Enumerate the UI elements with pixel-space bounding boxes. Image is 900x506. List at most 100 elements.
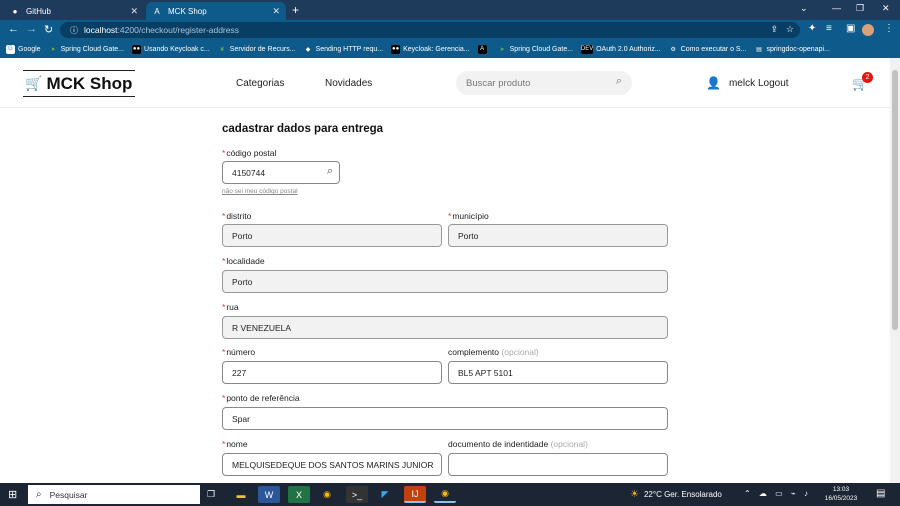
- username: melck: [728, 77, 756, 89]
- taskbar-search-input[interactable]: ⌕ Pesquisar: [28, 485, 200, 504]
- google-icon: G: [6, 44, 15, 54]
- media-icon[interactable]: ≡: [826, 23, 832, 34]
- checkout-address-form: cadastrar dados para entrega *código pos…: [0, 108, 890, 483]
- vscode-icon[interactable]: ◤: [374, 486, 396, 503]
- bookmark-item[interactable]: A: [477, 44, 490, 54]
- close-window-button[interactable]: ✕: [882, 3, 890, 14]
- search-icon[interactable]: ⌕: [327, 165, 333, 178]
- brand-logo[interactable]: 🛒 MCK Shop: [23, 70, 135, 97]
- logout-link[interactable]: Logout: [758, 78, 789, 89]
- bookmark-item[interactable]: DEV OAuth 2.0 Authoriz...: [581, 44, 661, 54]
- reference-label: *ponto de referência: [222, 393, 300, 403]
- bookmark-item[interactable]: ❦ Servidor de Recurs...: [218, 45, 296, 54]
- angular-icon: A: [477, 44, 487, 54]
- word-icon[interactable]: W: [258, 486, 280, 503]
- terminal-icon[interactable]: >_: [346, 486, 368, 503]
- locality-label: *localidade: [222, 256, 265, 266]
- name-label: *nome: [222, 439, 248, 449]
- number-input[interactable]: 227: [222, 361, 442, 384]
- brand-name: MCK Shop: [46, 73, 133, 93]
- search-icon[interactable]: ⌕: [616, 75, 622, 88]
- shopping-cart-icon: 🛒: [25, 75, 43, 91]
- tab-title: MCK Shop: [168, 6, 207, 16]
- bookmark-item[interactable]: ◆ Sending HTTP requ...: [304, 45, 383, 54]
- spring-icon: ➤: [499, 46, 505, 53]
- url-host: localhost: [84, 25, 118, 35]
- bookmark-item[interactable]: ▤ springdoc-openapi...: [754, 45, 830, 54]
- postal-code-input[interactable]: 4150744 ⌕: [222, 161, 340, 184]
- windows-taskbar: ⊞ ⌕ Pesquisar ❐ ▬ W X ◉ >_ ◤ IJ ◉ ☀ 22°C…: [0, 483, 900, 506]
- bookmark-star-icon[interactable]: ☆: [786, 24, 794, 35]
- tab-github[interactable]: ● GitHub ✕: [4, 2, 144, 20]
- close-tab-icon[interactable]: ✕: [130, 6, 138, 17]
- id-document-input[interactable]: [448, 453, 668, 476]
- cart-count-badge: 2: [862, 72, 873, 83]
- back-icon[interactable]: ←: [8, 23, 19, 35]
- share-icon[interactable]: ⇪: [770, 24, 778, 35]
- bookmark-item[interactable]: ➤ Spring Cloud Gate...: [498, 45, 573, 54]
- minimize-button[interactable]: —: [832, 3, 841, 13]
- nav-novidades[interactable]: Novidades: [325, 78, 372, 89]
- complement-input[interactable]: BL5 APT 5101: [448, 361, 668, 384]
- product-search-input[interactable]: Buscar produto ⌕: [456, 71, 632, 95]
- bookmark-item[interactable]: ●● Keycloak: Gerencia...: [391, 44, 470, 54]
- nav-categorias[interactable]: Categorias: [236, 78, 284, 89]
- user-menu[interactable]: 👤 melck: [706, 76, 755, 90]
- chrome-icon[interactable]: ◉: [316, 486, 338, 503]
- angular-icon: A: [154, 6, 160, 16]
- chrome-active-icon[interactable]: ◉: [434, 486, 456, 503]
- locality-input[interactable]: Porto: [222, 270, 668, 293]
- tab-search-button[interactable]: ⌄: [800, 3, 808, 14]
- bookmark-item[interactable]: ➤ Spring Cloud Gate...: [49, 45, 124, 54]
- id-document-label: documento de indentidade (opcional): [448, 439, 588, 449]
- municipality-input[interactable]: Porto: [448, 224, 668, 247]
- new-tab-button[interactable]: +: [292, 3, 299, 17]
- form-title: cadastrar dados para entrega: [222, 123, 384, 135]
- spring-icon: ➤: [50, 46, 56, 53]
- maximize-button[interactable]: ❐: [856, 3, 864, 14]
- browser-toolbar: ← → ↻ ⓘ localhost:4200/checkout/register…: [0, 20, 900, 40]
- extensions-icon[interactable]: ✦: [808, 23, 816, 34]
- scrollbar-thumb[interactable]: [892, 70, 898, 330]
- tab-title: GitHub: [26, 6, 51, 16]
- task-view-icon[interactable]: ❐: [200, 486, 222, 503]
- site-info-icon[interactable]: ⓘ: [70, 25, 78, 36]
- profile-avatar[interactable]: [862, 24, 874, 36]
- link-icon: ⚙: [670, 46, 676, 53]
- notification-icon[interactable]: ▤: [876, 488, 885, 499]
- menu-icon[interactable]: ⋮: [884, 23, 894, 34]
- street-input[interactable]: R VENEZUELA: [222, 316, 668, 339]
- windows-start-icon[interactable]: ⊞: [8, 488, 17, 501]
- complement-label: complemento (opcional): [448, 347, 539, 357]
- sun-cloud-icon: ☀: [630, 489, 639, 500]
- street-label: *rua: [222, 302, 239, 312]
- weather-widget[interactable]: ☀ 22°C Ger. Ensolarado: [630, 489, 722, 500]
- system-tray-icons[interactable]: ⌃ ☁ ▭ ⌁ ♪: [744, 489, 811, 498]
- bookmark-item[interactable]: G Google: [6, 44, 41, 54]
- bookmarks-bar: G Google ➤ Spring Cloud Gate... ●● Usando K…: [0, 40, 900, 58]
- district-input[interactable]: Porto: [222, 224, 442, 247]
- bookmark-icon: ◆: [305, 46, 311, 53]
- tab-mck-shop[interactable]: A MCK Shop ✕: [146, 2, 286, 20]
- bookmark-item[interactable]: ●● Usando Keycloak c...: [132, 44, 210, 54]
- intellij-icon[interactable]: IJ: [404, 486, 426, 503]
- url-path: :4200/checkout/register-address: [117, 25, 239, 35]
- user-icon: 👤: [706, 76, 721, 90]
- excel-icon[interactable]: X: [288, 486, 310, 503]
- number-label: *número: [222, 347, 256, 357]
- search-icon: ⌕: [36, 489, 42, 500]
- forward-icon[interactable]: →: [26, 23, 37, 35]
- municipality-label: *município: [448, 211, 489, 221]
- reference-input[interactable]: Spar: [222, 407, 668, 430]
- close-tab-icon[interactable]: ✕: [272, 6, 280, 17]
- address-bar[interactable]: ⓘ localhost:4200/checkout/register-addre…: [60, 22, 800, 38]
- name-input[interactable]: MELQUISEDEQUE DOS SANTOS MARINS JUNIOR: [222, 453, 442, 476]
- sidebar-icon[interactable]: ▣: [846, 23, 855, 34]
- unknown-postal-code-link[interactable]: não sei meu código postal: [222, 188, 298, 195]
- doc-icon: ▤: [756, 46, 762, 53]
- taskbar-clock[interactable]: 13:03 16/05/2023: [820, 485, 862, 503]
- reload-icon[interactable]: ↻: [44, 23, 53, 36]
- file-explorer-icon[interactable]: ▬: [230, 486, 252, 503]
- bookmark-item[interactable]: ⚙ Como executar o S...: [669, 45, 746, 54]
- github-icon: ●: [12, 6, 18, 16]
